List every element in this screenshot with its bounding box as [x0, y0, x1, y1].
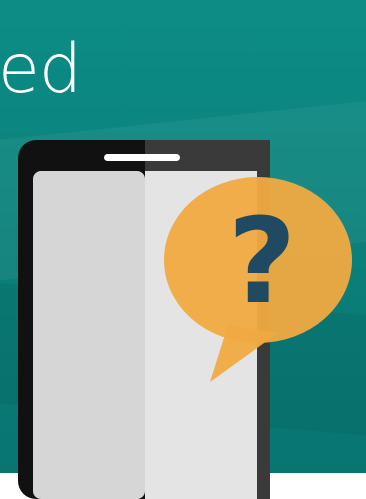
question-mark: ? [228, 192, 296, 330]
phone-speaker [104, 154, 180, 161]
help-illustration: ? [18, 140, 352, 499]
phone-screen-left [33, 171, 145, 499]
